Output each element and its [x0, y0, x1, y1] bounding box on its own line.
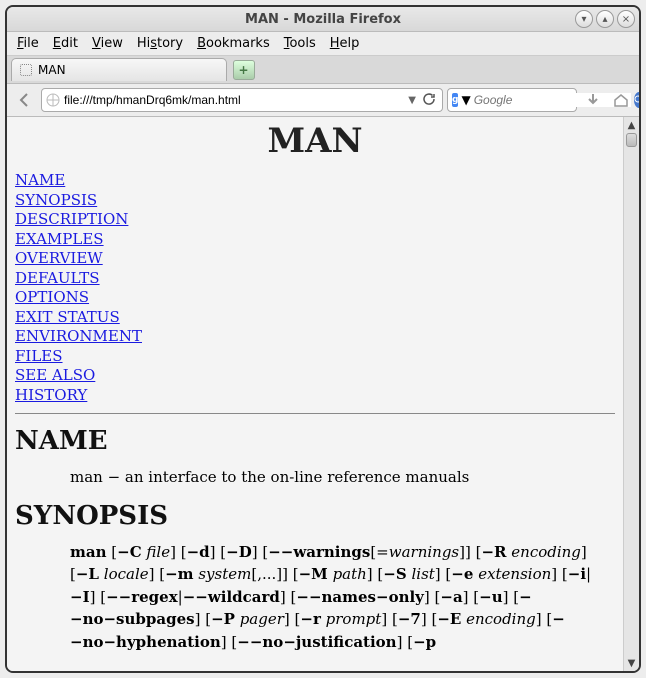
globe-icon — [46, 93, 60, 107]
url-input[interactable] — [64, 93, 404, 107]
url-bar[interactable]: ▼ — [41, 88, 443, 112]
search-icon — [634, 95, 641, 105]
toc-link-seealso[interactable]: SEE ALSO — [15, 366, 615, 386]
menubar: File Edit View History Bookmarks Tools H… — [7, 32, 639, 56]
toc-link-defaults[interactable]: DEFAULTS — [15, 269, 615, 289]
titlebar: MAN - Mozilla Firefox ▾ ▴ × — [7, 7, 639, 32]
search-input[interactable] — [474, 93, 631, 107]
toc-link-overview[interactable]: OVERVIEW — [15, 249, 615, 269]
toc-link-options[interactable]: OPTIONS — [15, 288, 615, 308]
new-tab-button[interactable]: + — [233, 60, 255, 80]
menu-view[interactable]: View — [92, 36, 123, 51]
menu-tools[interactable]: Tools — [284, 36, 316, 51]
search-box[interactable]: g ▼ — [447, 88, 577, 112]
window-controls: ▾ ▴ × — [575, 10, 635, 28]
download-icon — [585, 92, 601, 108]
window-title: MAN - Mozilla Firefox — [245, 12, 401, 27]
reload-button[interactable] — [420, 92, 438, 109]
toc-link-examples[interactable]: EXAMPLES — [15, 230, 615, 250]
scroll-down-icon[interactable]: ▼ — [624, 655, 639, 671]
google-icon: g — [452, 93, 458, 107]
document-body: MAN NAME SYNOPSIS DESCRIPTION EXAMPLES O… — [7, 117, 623, 671]
toc-link-name[interactable]: NAME — [15, 171, 615, 191]
page-icon — [20, 64, 32, 76]
divider — [15, 413, 615, 414]
name-text: man − an interface to the on-line refere… — [70, 466, 615, 489]
menu-bookmarks[interactable]: Bookmarks — [197, 36, 270, 51]
downloads-button[interactable] — [581, 88, 605, 112]
nav-toolbar: ▼ g ▼ — [7, 84, 639, 117]
toc-link-synopsis[interactable]: SYNOPSIS — [15, 191, 615, 211]
table-of-contents: NAME SYNOPSIS DESCRIPTION EXAMPLES OVERV… — [15, 171, 615, 405]
menu-file[interactable]: File — [17, 36, 39, 51]
toc-link-env[interactable]: ENVIRONMENT — [15, 327, 615, 347]
back-button[interactable] — [13, 88, 37, 112]
tab-strip: MAN + — [7, 56, 639, 84]
search-go-button[interactable] — [634, 92, 641, 108]
menu-edit[interactable]: Edit — [53, 36, 78, 51]
menu-history[interactable]: History — [137, 36, 183, 51]
search-engine-dropdown-icon[interactable]: ▼ — [461, 93, 470, 107]
minimize-button[interactable]: ▾ — [575, 10, 593, 28]
scroll-thumb[interactable] — [626, 133, 637, 147]
toc-link-files[interactable]: FILES — [15, 347, 615, 367]
content-area: MAN NAME SYNOPSIS DESCRIPTION EXAMPLES O… — [7, 117, 639, 671]
vertical-scrollbar[interactable]: ▲ ▼ — [623, 117, 639, 671]
menu-help[interactable]: Help — [330, 36, 360, 51]
back-icon — [17, 92, 33, 108]
tab-label: MAN — [38, 63, 66, 77]
toc-link-history[interactable]: HISTORY — [15, 386, 615, 406]
browser-window: MAN - Mozilla Firefox ▾ ▴ × File Edit Vi… — [5, 5, 641, 673]
close-button[interactable]: × — [617, 10, 635, 28]
url-dropdown-icon[interactable]: ▼ — [408, 95, 416, 106]
page-title: MAN — [15, 121, 615, 161]
home-button[interactable] — [609, 88, 633, 112]
synopsis-text: man [−C file] [−d] [−D] [−−warnings[=war… — [70, 541, 615, 654]
maximize-button[interactable]: ▴ — [596, 10, 614, 28]
scroll-up-icon[interactable]: ▲ — [624, 117, 639, 133]
home-icon — [613, 92, 629, 108]
section-synopsis-heading: SYNOPSIS — [15, 501, 615, 531]
section-name-heading: NAME — [15, 426, 615, 456]
toc-link-description[interactable]: DESCRIPTION — [15, 210, 615, 230]
toc-link-exit[interactable]: EXIT STATUS — [15, 308, 615, 328]
tab-man[interactable]: MAN — [11, 58, 227, 81]
reload-icon — [422, 92, 436, 106]
